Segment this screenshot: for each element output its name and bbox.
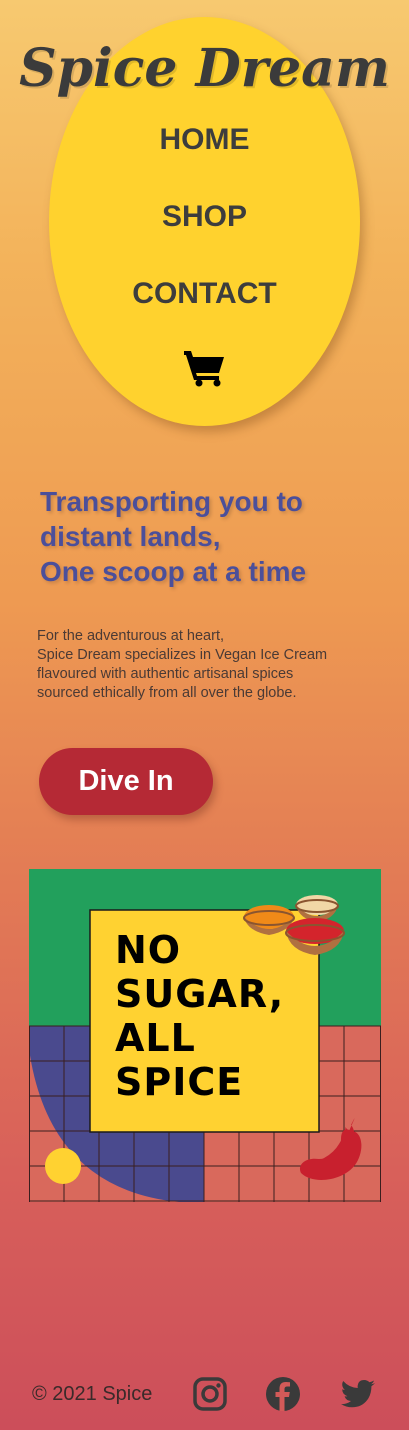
slogan-line: SPICE (115, 1060, 244, 1104)
headline-line: Transporting you to (40, 486, 303, 517)
shopping-cart-icon[interactable] (184, 349, 226, 387)
headline-line: One scoop at a time (40, 556, 307, 587)
description-line: Spice Dream specializes in Vegan Ice Cre… (37, 647, 328, 663)
yellow-dot (45, 1148, 81, 1184)
nav-contact[interactable]: CONTACT (0, 277, 409, 311)
facebook-icon[interactable] (265, 1376, 301, 1412)
instagram-icon[interactable] (192, 1376, 228, 1412)
description-line: flavoured with authentic artisanal spice… (37, 666, 294, 682)
nav-home[interactable]: HOME (0, 123, 409, 157)
hero-description: For the adventurous at heart, Spice Drea… (37, 627, 377, 703)
slogan-line: NO (115, 928, 182, 972)
slogan-line: SUGAR, (115, 972, 285, 1016)
description-line: For the adventurous at heart, (37, 628, 224, 644)
promo-slogan: NO SUGAR, ALL SPICE (115, 928, 315, 1104)
description-line: sourced ethically from all over the glob… (37, 685, 297, 701)
brand-logo[interactable]: Spice Dream (0, 38, 409, 99)
headline-line: distant lands, (40, 521, 221, 552)
slogan-line: ALL (115, 1016, 196, 1060)
copyright-text: © 2021 Spice (32, 1383, 153, 1405)
dive-in-button[interactable]: Dive In (39, 748, 213, 815)
nav-shop[interactable]: SHOP (0, 200, 409, 234)
hero-headline: Transporting you to distant lands, One s… (40, 484, 380, 589)
twitter-icon[interactable] (340, 1376, 376, 1412)
